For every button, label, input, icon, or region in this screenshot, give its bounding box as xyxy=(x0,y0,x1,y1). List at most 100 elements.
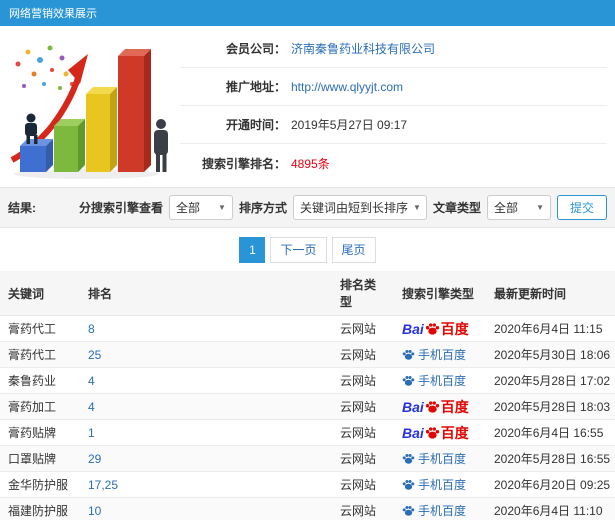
submit-button[interactable]: 提交 xyxy=(556,195,607,220)
baidu-logo-latin: Bai xyxy=(402,398,424,415)
rank-link[interactable]: 8 xyxy=(88,322,95,336)
updated-cell: 2020年5月28日 17:02 xyxy=(486,367,615,394)
table-header-row: 关键词 排名 排名类型 搜索引擎类型 最新更新时间 xyxy=(0,271,615,316)
engine-cell: 手机百度 xyxy=(394,497,486,520)
chevron-down-icon: ▼ xyxy=(536,203,544,212)
keyword-cell: 秦鲁药业 xyxy=(0,367,80,394)
last-page-button[interactable]: 尾页 xyxy=(331,237,376,263)
updated-cell: 2020年5月28日 18:03 xyxy=(486,393,615,420)
info-field-label: 搜索引擎排名： xyxy=(201,156,286,171)
baidu-paw-icon xyxy=(402,479,415,490)
keyword-cell: 金华防护服 xyxy=(0,471,80,498)
engine-select-value: 全部 xyxy=(175,201,200,215)
rank-link[interactable]: 25 xyxy=(88,348,101,362)
updated-cell: 2020年6月4日 11:15 xyxy=(486,315,615,342)
article-type-select[interactable]: 全部 ▼ xyxy=(486,195,551,220)
filter-bar: 结果: 分搜索引擎查看 全部 ▼ 排序方式 关键词由短到长排序 ▼ 文章类型 全… xyxy=(0,187,615,228)
mobile-baidu-label: 手机百度 xyxy=(402,450,466,467)
rank-link[interactable]: 4 xyxy=(88,374,95,388)
baidu-paw-icon xyxy=(402,505,415,516)
article-type-label: 文章类型 xyxy=(432,201,481,215)
mobile-baidu-text: 手机百度 xyxy=(418,477,467,492)
engine-cell: 手机百度 xyxy=(394,341,486,368)
info-section: 会员公司： 济南秦鲁药业科技有限公司推广地址： http://www.qlyyjt.… xyxy=(0,26,615,182)
mobile-baidu-text: 手机百度 xyxy=(418,451,467,466)
rank-type-cell: 云网站 xyxy=(332,367,394,394)
info-row: 搜索引擎排名： 4895条 xyxy=(180,144,607,182)
sort-label: 排序方式 xyxy=(238,201,287,215)
table-row: 秦鲁药业 4 云网站 手机百度 2020年5月28日 17:02 xyxy=(0,367,615,394)
keyword-cell: 膏药贴牌 xyxy=(0,419,80,446)
engine-cell: Bai 百度 xyxy=(394,419,486,446)
businessman-right xyxy=(154,119,168,172)
baidu-logo-cn: 百度 xyxy=(440,320,469,337)
info-row: 会员公司： 济南秦鲁药业科技有限公司 xyxy=(180,30,607,68)
rank-cell: 8 xyxy=(80,315,332,342)
info-field-value[interactable]: http://www.qlyyjt.com xyxy=(291,80,403,94)
next-page-button[interactable]: 下一页 xyxy=(270,237,327,263)
engine-cell: Bai 百度 xyxy=(394,315,486,342)
rank-link[interactable]: 29 xyxy=(88,452,101,466)
info-field-value[interactable]: 济南秦鲁药业科技有限公司 xyxy=(291,40,435,57)
table-row: 金华防护服 17,25 云网站 手机百度 2020年6月20日 09:25 xyxy=(0,471,615,498)
mobile-baidu-label: 手机百度 xyxy=(402,476,466,493)
rank-link[interactable]: 4 xyxy=(88,400,95,414)
baidu-paw-icon xyxy=(402,349,415,360)
engine-cell: 手机百度 xyxy=(394,445,486,472)
pagination: 1 下一页 尾页 xyxy=(0,228,615,271)
column-header: 最新更新时间 xyxy=(486,271,615,316)
mobile-baidu-label: 手机百度 xyxy=(402,346,466,363)
chevron-down-icon: ▼ xyxy=(412,203,421,212)
page: 网络营销效果展示 会员公司： 济南秦鲁药业科技有限公司 推广地址： http:/… xyxy=(0,0,615,520)
keyword-cell: 膏药加工 xyxy=(0,393,80,420)
rank-link[interactable]: 1 xyxy=(88,426,95,440)
baidu-logo: Bai 百度 xyxy=(402,425,469,440)
rank-link[interactable]: 10 xyxy=(88,504,101,518)
keyword-cell: 膏药代工 xyxy=(0,315,80,342)
baidu-logo-latin: Bai xyxy=(402,320,424,337)
rank-type-cell: 云网站 xyxy=(332,445,394,472)
info-field-label: 开通时间： xyxy=(225,118,286,132)
article-select-value: 全部 xyxy=(493,201,518,215)
page-number-current[interactable]: 1 xyxy=(239,237,266,263)
info-field-label: 会员公司： xyxy=(225,42,286,56)
sort-select[interactable]: 关键词由短到长排序 ▼ xyxy=(292,195,427,220)
baidu-paw-icon xyxy=(425,400,439,413)
baidu-paw-icon xyxy=(425,426,439,439)
rank-link[interactable]: 17,25 xyxy=(88,478,118,492)
rank-cell: 25 xyxy=(80,341,332,368)
info-fields: 会员公司： 济南秦鲁药业科技有限公司推广地址： http://www.qlyyjt.… xyxy=(180,30,607,182)
mobile-baidu-label: 手机百度 xyxy=(402,372,466,389)
engine-cell: 手机百度 xyxy=(394,367,486,394)
info-field-label: 推广地址： xyxy=(225,80,286,94)
sort-select-value: 关键词由短到长排序 xyxy=(299,201,408,215)
rank-cell: 4 xyxy=(80,393,332,420)
rank-type-cell: 云网站 xyxy=(332,419,394,446)
rank-cell: 17,25 xyxy=(80,471,332,498)
rank-type-cell: 云网站 xyxy=(332,497,394,520)
column-header: 关键词 xyxy=(0,271,80,316)
info-field-value: 2019年5月27日 09:17 xyxy=(291,118,408,132)
page-title: 网络营销效果展示 xyxy=(0,0,615,26)
mobile-baidu-text: 手机百度 xyxy=(418,347,467,362)
rank-type-cell: 云网站 xyxy=(332,471,394,498)
column-header: 排名类型 xyxy=(332,271,394,316)
info-field-value: 4895条 xyxy=(291,156,330,171)
rank-cell: 10 xyxy=(80,497,332,520)
column-header: 搜索引擎类型 xyxy=(394,271,486,316)
filter-controls: 分搜索引擎查看 全部 ▼ 排序方式 关键词由短到长排序 ▼ 文章类型 全部 ▼ … xyxy=(79,195,607,220)
table-row: 膏药代工 8 云网站 Bai 百度 2020年6月4日 11:15 xyxy=(0,315,615,342)
bars xyxy=(20,49,151,172)
baidu-logo-latin: Bai xyxy=(402,424,424,441)
updated-cell: 2020年5月30日 18:06 xyxy=(486,341,615,368)
mobile-baidu-label: 手机百度 xyxy=(402,502,466,519)
rank-type-cell: 云网站 xyxy=(332,341,394,368)
info-row: 推广地址： http://www.qlyyjt.com xyxy=(180,68,607,106)
keyword-cell: 福建防护服 xyxy=(0,497,80,520)
keyword-cell: 膏药代工 xyxy=(0,341,80,368)
baidu-logo: Bai 百度 xyxy=(402,321,469,336)
chevron-down-icon: ▼ xyxy=(218,203,226,212)
result-label: 结果: xyxy=(8,201,36,215)
engine-select[interactable]: 全部 ▼ xyxy=(168,195,233,220)
bar-chart-illustration xyxy=(4,30,176,182)
